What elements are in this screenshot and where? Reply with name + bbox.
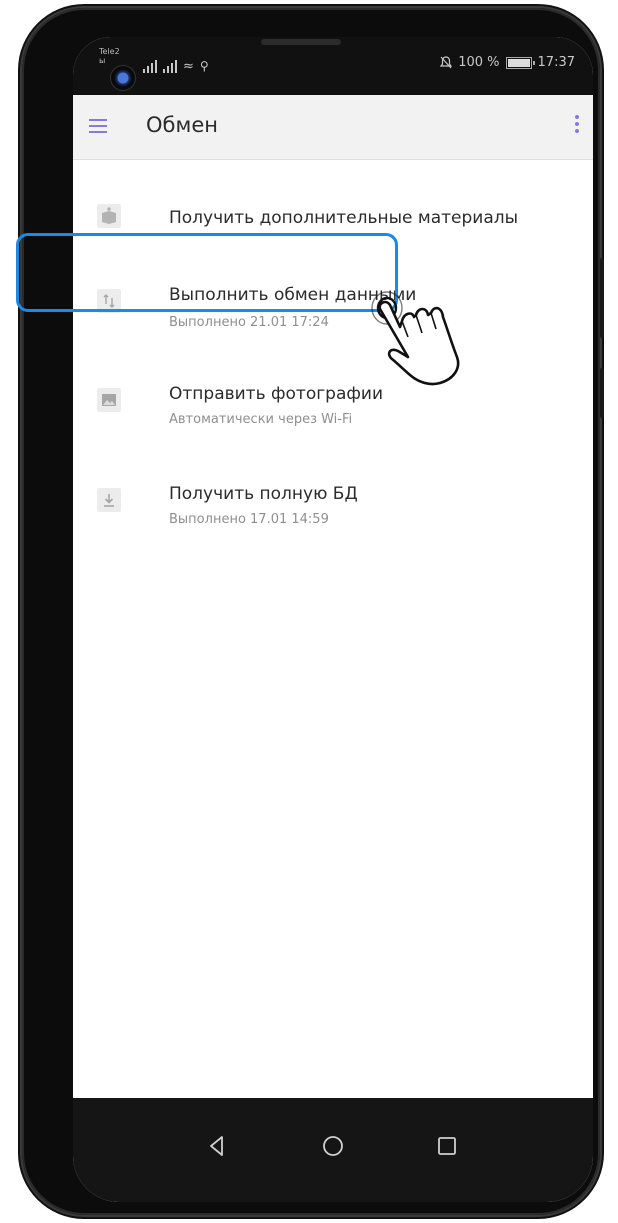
carrier-name: Tele2 bbox=[99, 47, 120, 56]
list-item-subtitle: Выполнено 21.01 17:24 bbox=[169, 315, 329, 330]
volume-button bbox=[600, 258, 604, 338]
status-bar: Tele2 ы ≈ ⚲ 100 % 17:37 bbox=[73, 37, 593, 95]
wifi-icon: ≈ bbox=[183, 59, 194, 74]
download-icon bbox=[97, 488, 121, 512]
recent-apps-icon[interactable] bbox=[433, 1132, 461, 1160]
image-icon bbox=[97, 388, 121, 412]
list-item-title: Получить полную БД bbox=[169, 484, 358, 504]
speaker-grille bbox=[261, 39, 341, 45]
location-icon: ⚲ bbox=[199, 59, 209, 73]
front-camera bbox=[110, 65, 136, 91]
list-item-subtitle: Автоматически через Wi-Fi bbox=[169, 412, 353, 427]
battery-icon bbox=[505, 56, 535, 69]
list-item-get-full-db[interactable]: Получить полную БД Выполнено 17.01 14:59 bbox=[73, 482, 593, 572]
signal-icon bbox=[143, 60, 157, 73]
status-right: 100 % 17:37 bbox=[440, 55, 575, 70]
page-title: Обмен bbox=[146, 113, 218, 137]
mute-bell-icon bbox=[440, 56, 453, 69]
tap-hand-icon bbox=[371, 291, 460, 386]
phone-frame: Tele2 ы ≈ ⚲ 100 % 17:37 Обмен Получить д… bbox=[22, 8, 604, 1215]
clock: 17:37 bbox=[537, 55, 575, 70]
book-icon bbox=[97, 204, 121, 228]
carrier-label: Tele2 ы bbox=[99, 47, 120, 65]
battery-percent: 100 % bbox=[458, 55, 500, 70]
more-options-icon[interactable] bbox=[571, 115, 583, 137]
screen: Tele2 ы ≈ ⚲ 100 % 17:37 Обмен Получить д… bbox=[73, 37, 593, 1202]
home-icon[interactable] bbox=[319, 1132, 347, 1160]
power-button bbox=[600, 368, 604, 418]
app-bar: Обмен bbox=[73, 95, 593, 160]
list-item-title: Получить дополнительные материалы bbox=[169, 208, 519, 228]
signal-icons: ≈ ⚲ bbox=[143, 57, 209, 73]
tap-highlight-box bbox=[16, 233, 398, 312]
system-nav-bar bbox=[73, 1098, 593, 1202]
list-item-title: Отправить фотографии bbox=[169, 384, 384, 404]
carrier-sub: ы bbox=[99, 56, 106, 65]
back-icon[interactable] bbox=[203, 1132, 231, 1160]
list-item-send-photos[interactable]: Отправить фотографии Автоматически через… bbox=[73, 382, 593, 472]
signal-icon-2 bbox=[163, 60, 177, 73]
hamburger-menu-icon[interactable] bbox=[89, 119, 107, 133]
list-item-subtitle: Выполнено 17.01 14:59 bbox=[169, 512, 329, 527]
